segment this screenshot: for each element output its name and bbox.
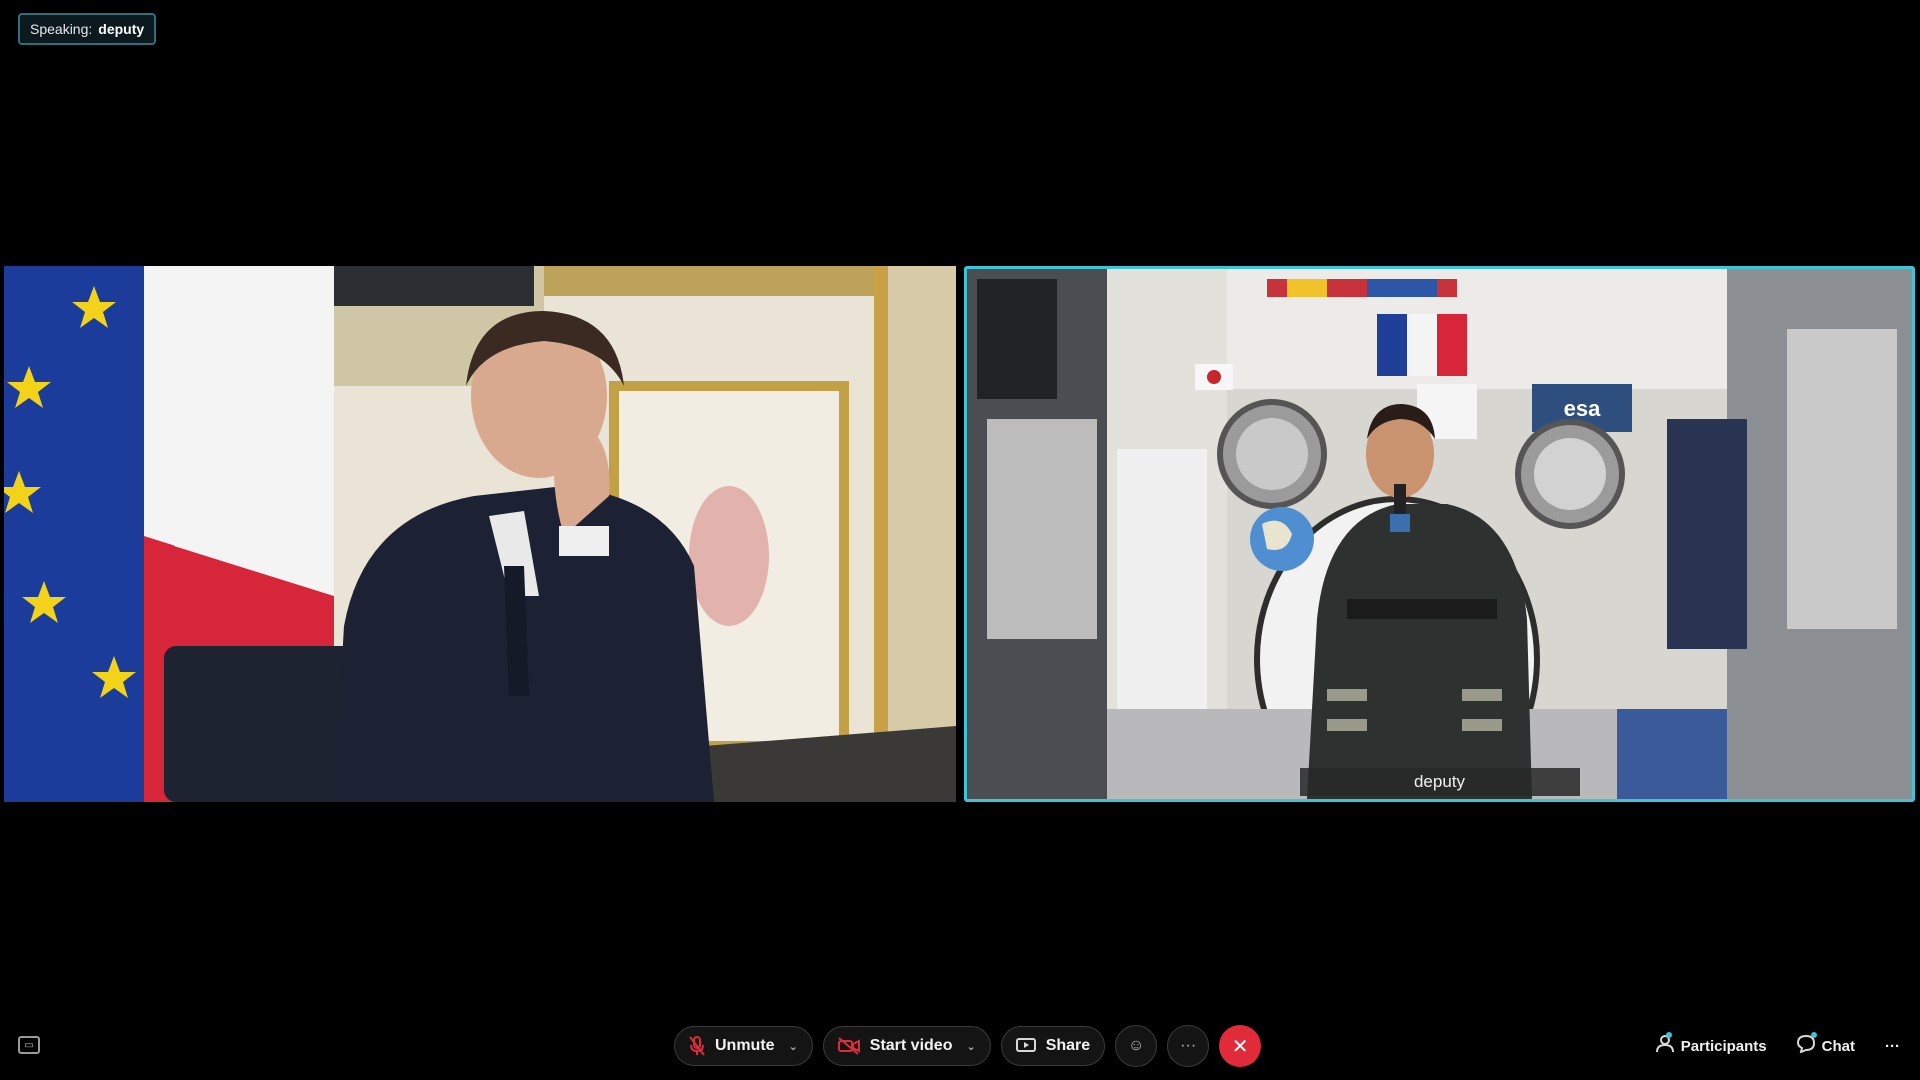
side-panel-controls: Participants Chat ··· — [1655, 1024, 1900, 1068]
notification-dot — [1810, 1032, 1817, 1038]
emoji-icon: ☺ — [1127, 1037, 1145, 1054]
participants-button[interactable]: Participants — [1655, 1032, 1767, 1057]
chat-bubble-icon — [1796, 1034, 1815, 1057]
reactions-button[interactable]: ☺ — [1115, 1025, 1158, 1067]
more-options-button[interactable]: ··· — [1167, 1025, 1210, 1067]
chat-button[interactable]: Chat — [1796, 1032, 1855, 1057]
start-video-label: Start video — [869, 1037, 953, 1054]
notification-dot — [1665, 1032, 1672, 1038]
share-label: Share — [1045, 1037, 1091, 1054]
speaking-label: Speaking: — [30, 21, 93, 37]
svg-text:esa: esa — [1564, 396, 1601, 421]
camera-off-icon — [837, 1037, 860, 1055]
video-feed-left — [4, 266, 956, 802]
video-tile-left[interactable] — [4, 266, 956, 802]
speaking-name: deputy — [98, 21, 145, 37]
chevron-down-icon[interactable]: ⌄ — [789, 1040, 798, 1053]
speaking-indicator: Speaking: deputy — [18, 13, 157, 45]
participant-name-tag: deputy — [1299, 768, 1580, 796]
control-bar: ▭ Unmute ⌄ Start video ⌄ Share ☺ ··· ✕ P… — [0, 1020, 1920, 1072]
meeting-controls: Unmute ⌄ Start video ⌄ Share ☺ ··· ✕ — [674, 1024, 1262, 1068]
video-feed-right: esa — [967, 269, 1912, 799]
layout-toggle-button[interactable]: ▭ — [18, 1036, 40, 1054]
share-button[interactable]: Share — [1000, 1026, 1106, 1066]
microphone-muted-icon — [689, 1036, 705, 1056]
unmute-label: Unmute — [715, 1037, 775, 1054]
end-call-button[interactable]: ✕ — [1219, 1025, 1262, 1067]
share-screen-icon — [1015, 1038, 1036, 1054]
more-icon: ··· — [1180, 1037, 1197, 1054]
start-video-button[interactable]: Start video ⌄ — [822, 1026, 991, 1066]
overflow-menu-button[interactable]: ··· — [1885, 1038, 1900, 1055]
close-icon: ✕ — [1231, 1035, 1249, 1058]
chevron-down-icon[interactable]: ⌄ — [966, 1040, 975, 1053]
person-icon — [1655, 1035, 1674, 1057]
chat-label: Chat — [1821, 1037, 1855, 1055]
overflow-icon: ··· — [1885, 1037, 1900, 1055]
video-tile-right[interactable]: esa deputy — [964, 266, 1915, 802]
participants-label: Participants — [1680, 1037, 1767, 1055]
captions-icon: ▭ — [24, 1039, 34, 1051]
unmute-button[interactable]: Unmute ⌄ — [674, 1026, 813, 1066]
